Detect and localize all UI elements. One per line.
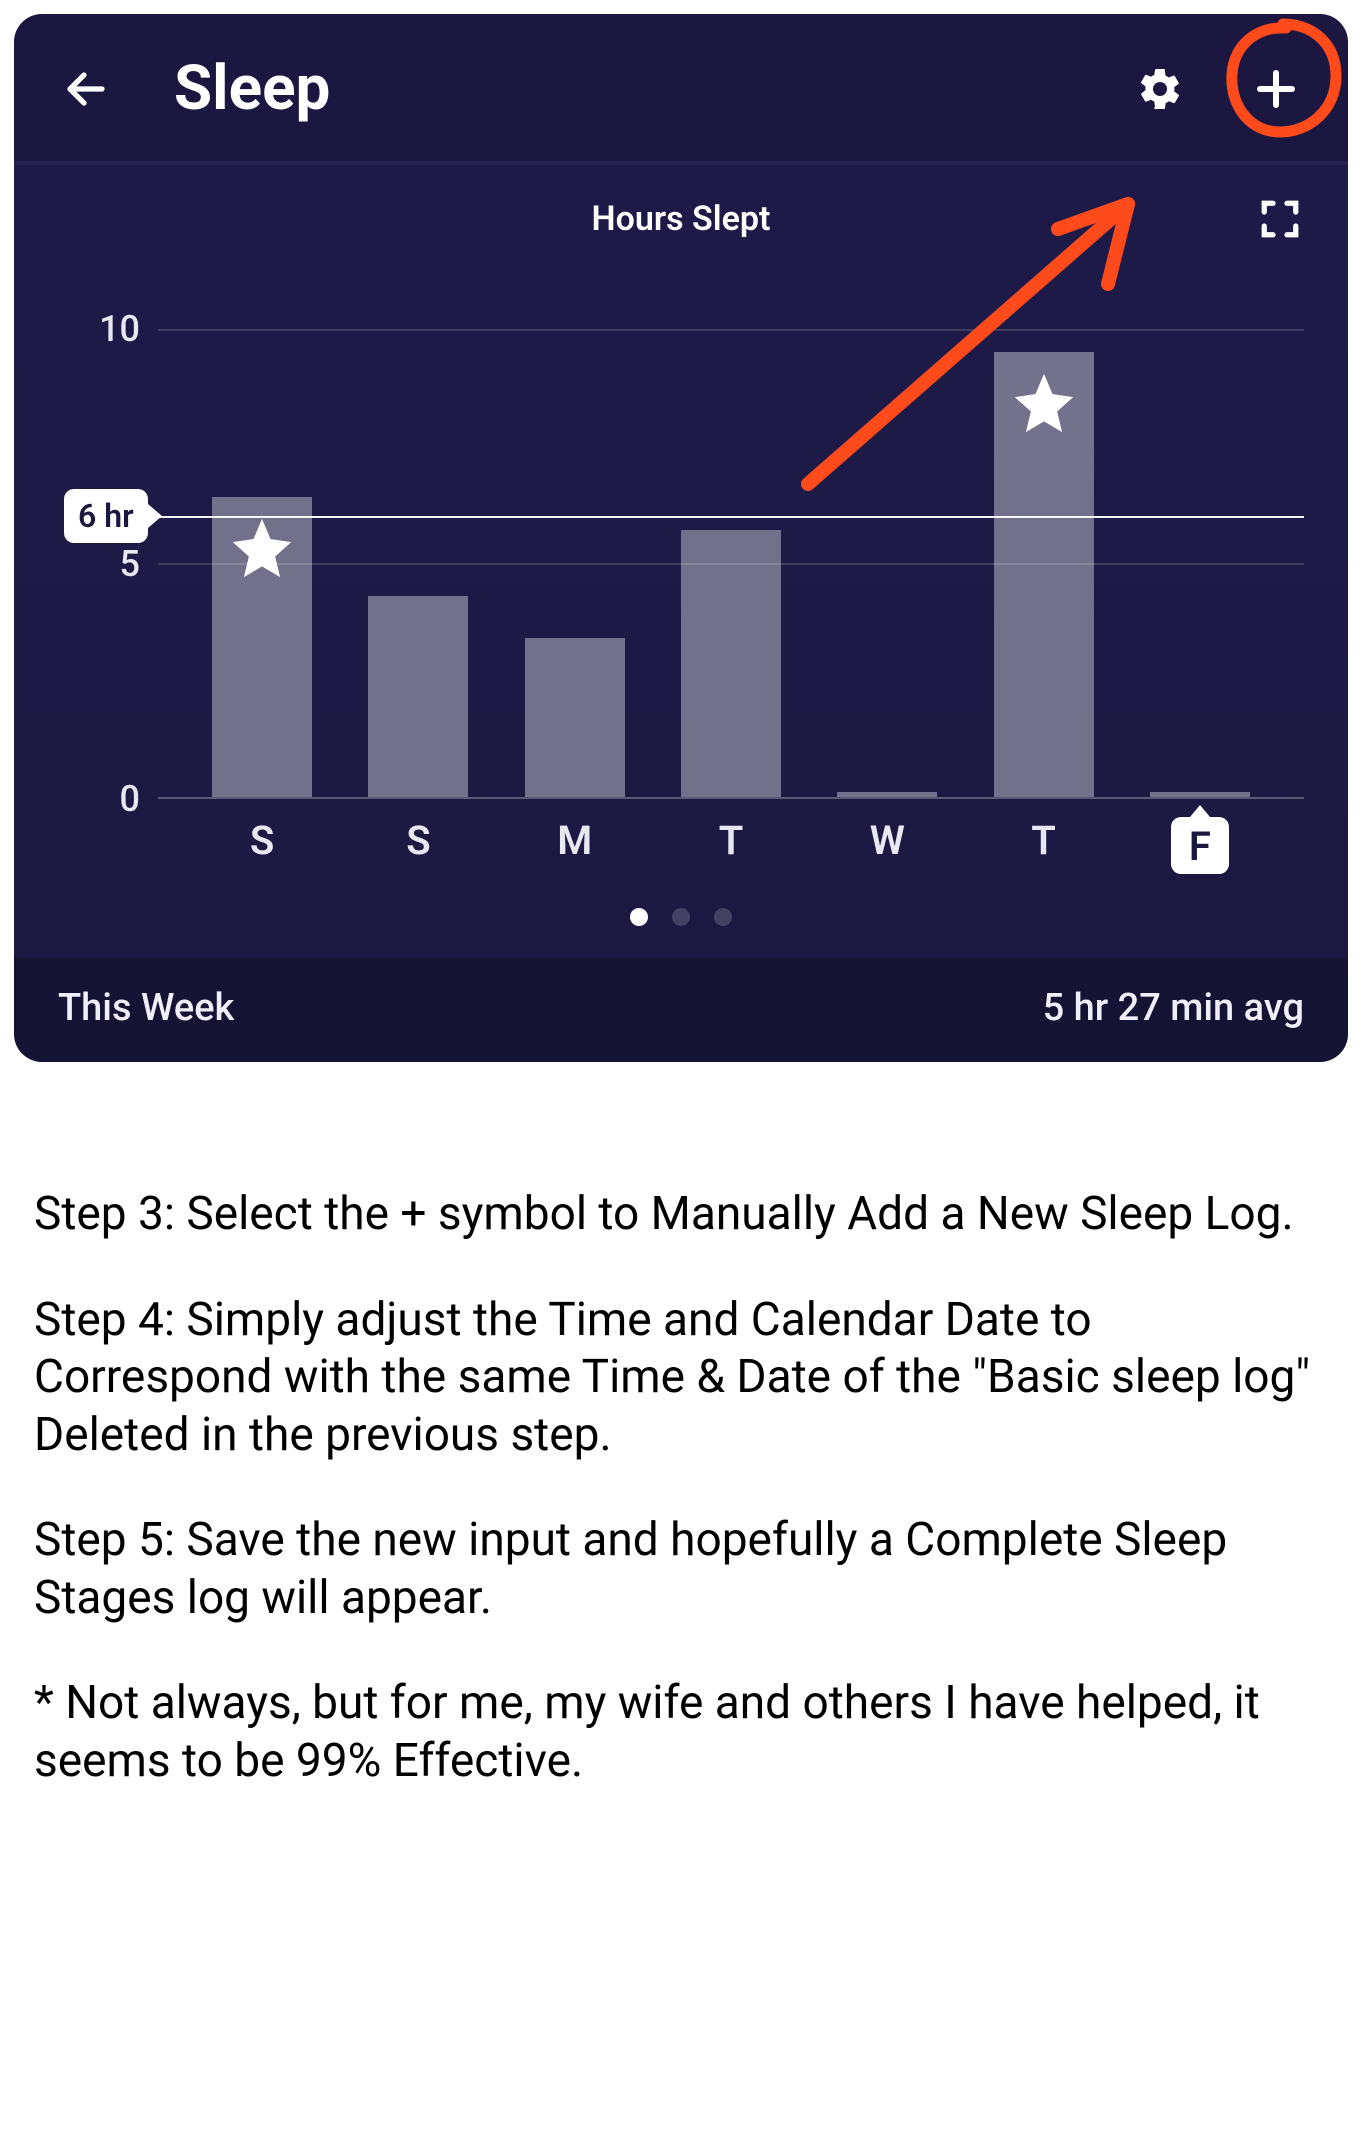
chart-canvas: 0510 6 hr [58,329,1304,799]
y-tick: 5 [120,543,140,585]
x-label[interactable]: T [719,817,744,874]
y-tick: 0 [120,778,140,820]
summary-bar: This Week 5 hr 27 min avg [14,958,1348,1062]
avg-label: 5 hr 27 min avg [1043,986,1304,1030]
avg-line [158,516,1304,518]
x-label[interactable]: S [406,817,430,874]
chart-title: Hours Slept [58,199,1304,239]
bar [994,352,1094,797]
step-4-text: Step 4: Simply adjust the Time and Calen… [34,1292,1328,1465]
x-axis: SSMTWTF [58,799,1304,874]
star-icon [1009,368,1079,438]
period-label: This Week [58,986,234,1030]
pagination-dot[interactable] [714,908,732,926]
app-header: Sleep [14,14,1348,161]
pagination-dots[interactable] [58,908,1304,926]
bar [1150,792,1250,797]
gridline [158,329,1304,331]
pagination-dot[interactable] [672,908,690,926]
x-label[interactable]: S [250,817,274,874]
bar [368,596,468,797]
x-label[interactable]: W [870,817,905,874]
avg-line-label: 6 hr [64,489,148,543]
bar [681,530,781,797]
expand-button[interactable] [1256,195,1304,243]
bar [837,792,937,797]
y-axis: 0510 [58,329,158,799]
x-label[interactable]: F [1171,817,1229,874]
note-text: * Not always, but for me, my wife and ot… [34,1675,1328,1790]
step-3-text: Step 3: Select the + symbol to Manually … [34,1186,1328,1244]
instruction-text: Step 3: Select the + symbol to Manually … [0,1076,1362,1878]
sleep-app-card: Sleep Hours Slept 0510 6 hr SSMTWTF [14,14,1348,1062]
y-tick: 10 [99,308,140,350]
gridline [158,563,1304,565]
x-label[interactable]: M [557,817,592,874]
back-button[interactable] [58,61,114,117]
bar [525,638,625,797]
page-title: Sleep [174,52,1072,125]
pagination-dot[interactable] [630,908,648,926]
settings-button[interactable] [1132,61,1188,117]
chart-section: Hours Slept 0510 6 hr SSMTWTF [14,165,1348,936]
x-label[interactable]: T [1031,817,1056,874]
bar [212,497,312,797]
chart-plot[interactable]: 6 hr [158,329,1304,799]
add-button[interactable] [1248,61,1304,117]
step-5-text: Step 5: Save the new input and hopefully… [34,1512,1328,1627]
star-icon [227,513,297,583]
